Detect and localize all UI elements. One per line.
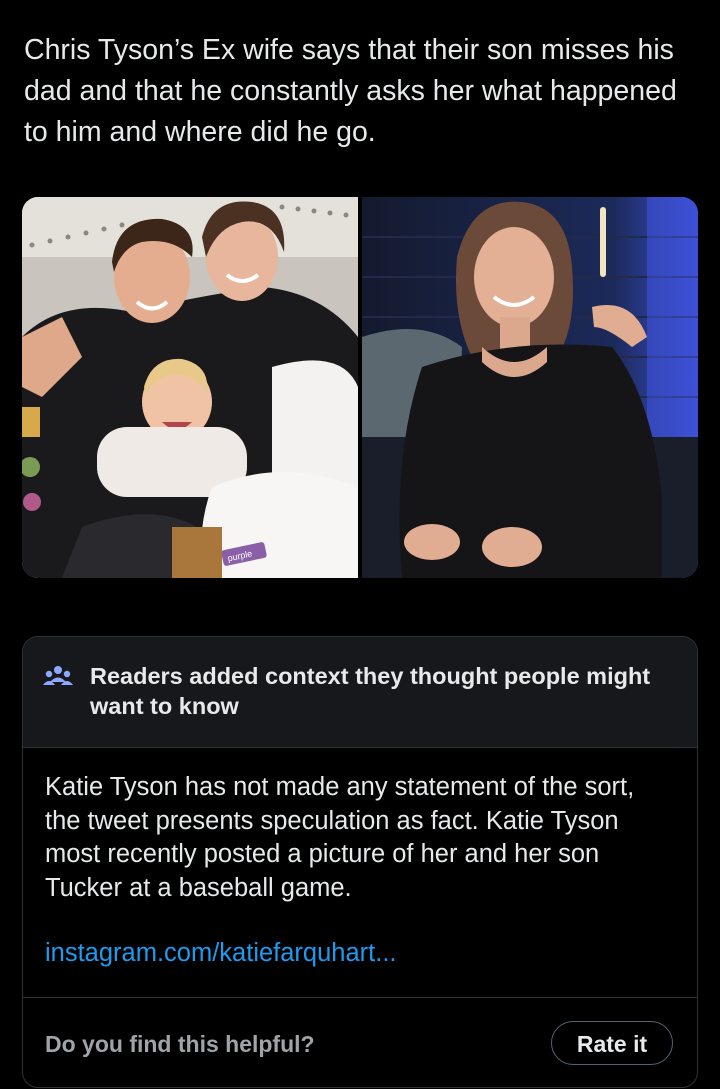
community-note-body: Katie Tyson has not made any statement o… xyxy=(45,773,635,902)
photo-family[interactable]: purple xyxy=(22,197,358,578)
community-note-source-link[interactable]: instagram.com/katiefarquhart... xyxy=(45,937,396,969)
helpful-prompt: Do you find this helpful? xyxy=(45,1031,315,1057)
media-grid[interactable]: purple xyxy=(22,197,698,578)
tweet-text: Chris Tyson’s Ex wife says that their so… xyxy=(24,34,677,148)
community-note-header: Readers added context they thought peopl… xyxy=(23,637,697,748)
community-note-title: Readers added context they thought peopl… xyxy=(90,663,651,719)
photo-woman[interactable] xyxy=(362,197,698,578)
photo-family-illustration: purple xyxy=(22,197,358,578)
rate-it-button[interactable]: Rate it xyxy=(551,1021,673,1065)
people-group-icon xyxy=(43,666,73,685)
community-note-card: Readers added context they thought peopl… xyxy=(22,636,698,1088)
divider xyxy=(23,997,697,998)
photo-woman-illustration xyxy=(362,197,698,578)
